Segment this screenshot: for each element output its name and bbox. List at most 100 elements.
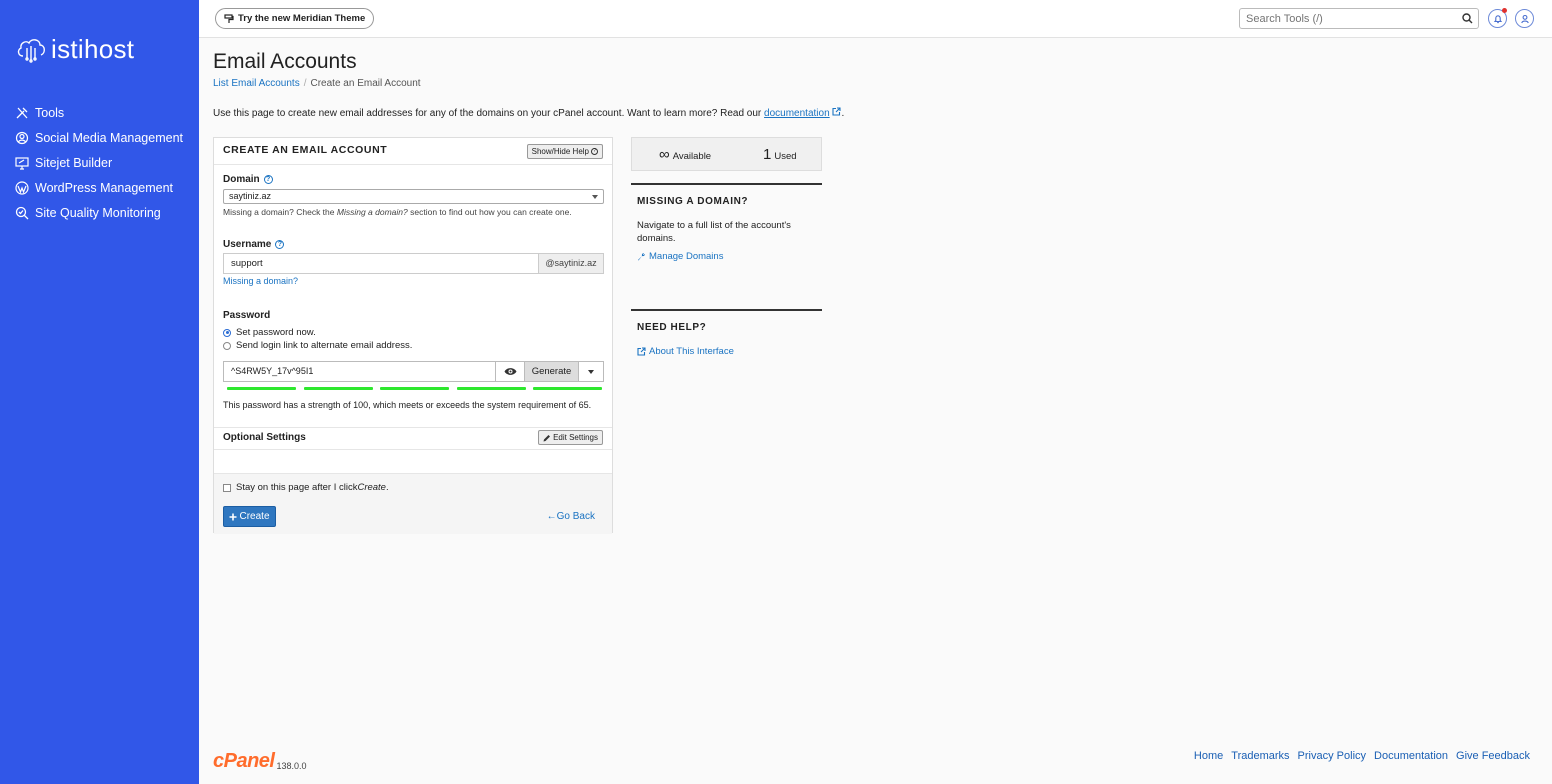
domain-select[interactable]: saytiniz.az	[223, 189, 604, 204]
create-button[interactable]: Create	[223, 506, 276, 527]
manage-domains-link[interactable]: Manage Domains	[637, 251, 822, 262]
need-help-heading: NEED HELP?	[637, 322, 707, 333]
search-tools	[1239, 8, 1479, 29]
sidebar-item-wordpress[interactable]: WordPress Management	[0, 175, 199, 200]
brand-logo[interactable]: istihost	[15, 34, 134, 65]
search-icon[interactable]	[1462, 13, 1473, 24]
toggle-password-visibility-button[interactable]	[495, 362, 524, 381]
missing-domain-heading: MISSING A DOMAIN?	[637, 196, 749, 207]
intro-text: Use this page to create new email addres…	[213, 107, 845, 119]
form-actions: Stay on this page after I click Create. …	[214, 473, 612, 534]
edit-settings-button[interactable]: Edit Settings	[538, 430, 603, 445]
user-icon	[1520, 14, 1529, 23]
sidebar-nav: Tools Social Media Management Sitejet Bu…	[0, 100, 199, 225]
about-interface-link[interactable]: About This Interface	[637, 346, 822, 357]
documentation-link[interactable]: documentation	[764, 108, 830, 119]
generate-options-dropdown[interactable]	[578, 362, 603, 381]
plus-icon	[229, 513, 237, 520]
sidebar-item-label: Tools	[35, 105, 65, 120]
breadcrumb-list-email-accounts[interactable]: List Email Accounts	[213, 78, 300, 89]
footer-link-documentation[interactable]: Documentation	[1374, 750, 1448, 762]
wrench-icon	[638, 253, 645, 261]
user-menu-button[interactable]	[1515, 9, 1534, 28]
card-heading: CREATE AN EMAIL ACCOUNT	[223, 144, 388, 156]
page-title: Email Accounts	[213, 50, 357, 73]
radio-send-login-link[interactable]: Send login link to alternate email addre…	[223, 340, 412, 351]
sidebar-item-social-media[interactable]: Social Media Management	[0, 125, 199, 150]
radio-unselected[interactable]	[223, 341, 231, 350]
password-field: ^S4RW5Y_17v^95I1 Generate	[223, 361, 604, 382]
footer-cpanel-logo: cPanel 138.0.0	[213, 750, 307, 773]
bell-icon	[1493, 14, 1502, 23]
sidebar-item-label: Social Media Management	[35, 130, 183, 145]
footer-link-feedback[interactable]: Give Feedback	[1456, 750, 1530, 762]
stat-used: 1 Used	[763, 146, 797, 163]
cpanel-version: 138.0.0	[276, 761, 307, 771]
password-input[interactable]: ^S4RW5Y_17v^95I1	[224, 362, 495, 381]
optional-settings-label: Optional Settings	[223, 432, 306, 443]
question-circle-icon: ?	[591, 148, 598, 155]
caret-down-icon	[588, 369, 594, 374]
footer-links: Home Trademarks Privacy Policy Documenta…	[1194, 750, 1530, 762]
sitejet-icon	[15, 156, 29, 170]
sidebar-item-sitejet[interactable]: Sitejet Builder	[0, 150, 199, 175]
missing-domain-text: Navigate to a full list of the account's…	[637, 220, 791, 244]
username-field: support @saytiniz.az	[223, 253, 604, 274]
go-back-link[interactable]: ←Go Back	[547, 511, 595, 522]
cloud-logo-icon	[17, 38, 45, 63]
password-strength-meter	[227, 387, 602, 390]
radio-set-password[interactable]: Set password now.	[223, 327, 316, 338]
password-label: Password	[223, 310, 271, 321]
notifications-button[interactable]	[1488, 8, 1507, 28]
need-help-box: NEED HELP? About This Interface	[631, 309, 822, 357]
topbar: Try the new Meridian Theme	[199, 0, 1552, 38]
sidebar: istihost Tools Social Media Management S…	[0, 0, 199, 784]
show-hide-help-button[interactable]: Show/Hide Help ?	[526, 144, 603, 159]
domain-suffix: @saytiniz.az	[538, 254, 603, 273]
radio-selected[interactable]	[223, 328, 231, 337]
notification-dot	[1502, 8, 1507, 13]
domain-hint: Missing a domain? Check the Missing a do…	[223, 207, 572, 217]
strength-segment	[303, 387, 373, 390]
sidebar-item-tools[interactable]: Tools	[0, 100, 199, 125]
arrow-left-icon: ←	[546, 511, 557, 522]
strength-segment	[533, 387, 602, 390]
strength-segment	[380, 387, 449, 390]
strength-segment	[227, 387, 296, 390]
strength-segment	[456, 387, 526, 390]
username-help-icon[interactable]: ?	[275, 240, 285, 249]
missing-domain-box: MISSING A DOMAIN? Navigate to a full lis…	[631, 183, 822, 262]
domain-help-icon[interactable]: ?	[263, 175, 273, 184]
site-quality-icon	[15, 206, 29, 219]
available-value: ∞	[659, 146, 670, 163]
sidebar-item-label: WordPress Management	[35, 180, 174, 195]
stat-available: ∞ Available	[659, 146, 712, 163]
brand-name: istihost	[51, 34, 135, 64]
missing-domain-link[interactable]: Missing a domain?	[223, 276, 298, 286]
sidebar-item-label: Site Quality Monitoring	[35, 205, 161, 220]
divider	[214, 427, 612, 428]
password-strength-text: This password has a strength of 100, whi…	[223, 400, 592, 410]
search-input[interactable]	[1240, 9, 1455, 28]
try-meridian-theme-button[interactable]: Try the new Meridian Theme	[215, 8, 375, 29]
eye-icon	[504, 368, 516, 375]
footer-link-trademarks[interactable]: Trademarks	[1231, 750, 1289, 762]
paint-roller-icon	[224, 13, 234, 23]
username-input[interactable]: support	[224, 254, 538, 273]
stay-on-page-checkbox[interactable]: Stay on this page after I click Create.	[223, 482, 389, 493]
cpanel-logo: cPanel	[213, 750, 275, 772]
footer-link-privacy[interactable]: Privacy Policy	[1298, 750, 1366, 762]
checkbox[interactable]	[223, 483, 231, 492]
divider	[214, 449, 612, 450]
footer-link-home[interactable]: Home	[1194, 750, 1223, 762]
chevron-down-icon	[592, 195, 598, 199]
wordpress-icon	[15, 180, 29, 195]
sidebar-item-site-quality[interactable]: Site Quality Monitoring	[0, 200, 199, 225]
pencil-icon	[543, 434, 551, 441]
used-value: 1	[763, 146, 772, 163]
username-label: Username ?	[223, 239, 285, 250]
generate-password-button[interactable]: Generate	[524, 362, 578, 381]
breadcrumb-current: Create an Email Account	[310, 78, 421, 89]
external-link-icon	[637, 347, 646, 356]
sidebar-item-label: Sitejet Builder	[35, 155, 113, 170]
